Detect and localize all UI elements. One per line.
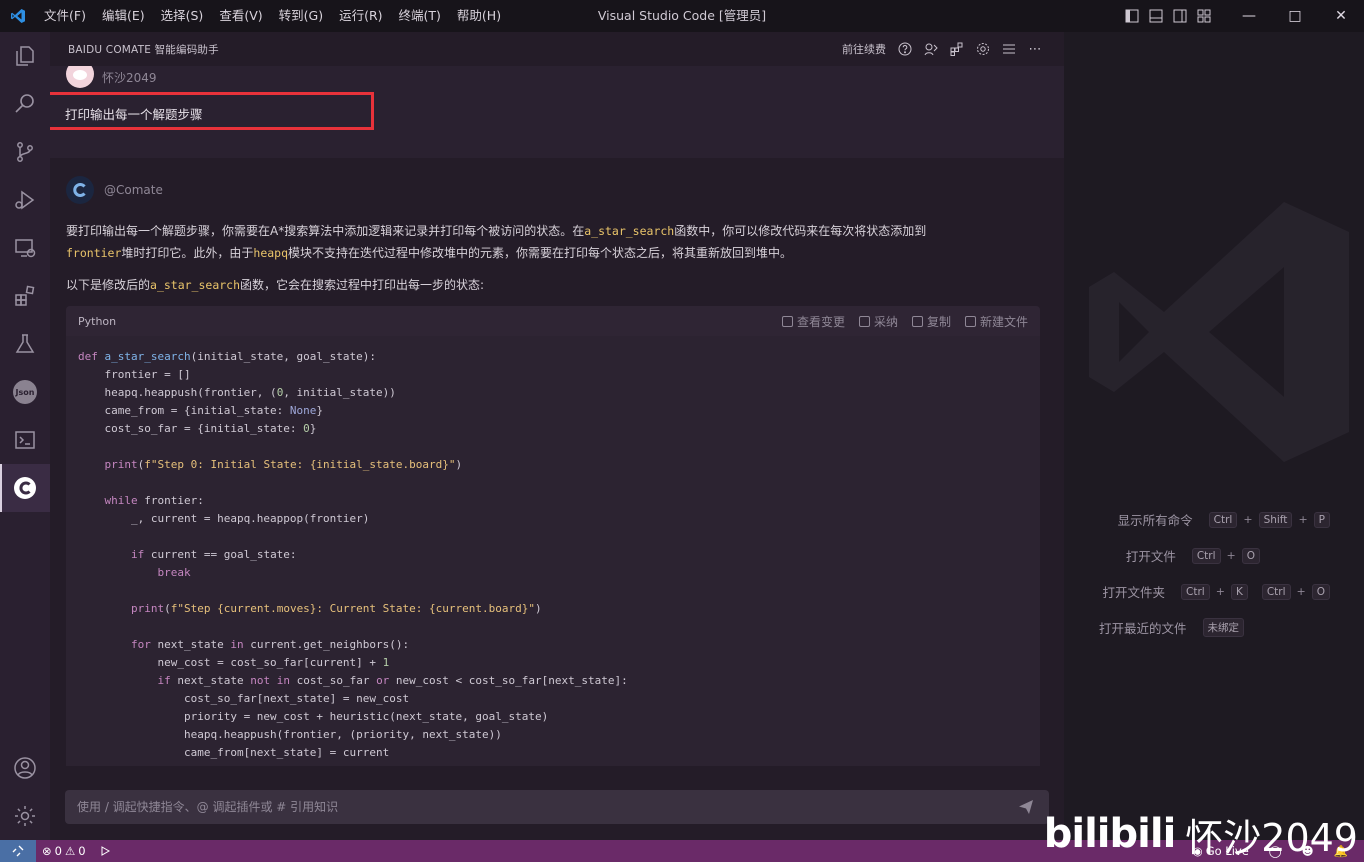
search-icon[interactable] <box>0 80 50 128</box>
vscode-logo-icon <box>0 0 36 32</box>
menu-selection[interactable]: 选择(S) <box>153 0 212 32</box>
reply-paragraph-1: 要打印输出每一个解题步骤，你需要在A*搜索算法中添加逻辑来记录并打印每个被访问的… <box>66 224 927 260</box>
menu-view[interactable]: 查看(V) <box>211 0 270 32</box>
problems-indicator[interactable]: ⊗ 0 ⚠ 0 <box>36 844 92 858</box>
chat-input[interactable] <box>77 800 1015 814</box>
new-file-icon <box>964 315 976 327</box>
copy-icon <box>911 315 923 327</box>
accounts-status-icon[interactable]: ☻ <box>1296 844 1320 858</box>
reply-paragraph-2: 以下是修改后的a_star_search函数，它会在搜索过程中打印出每一步的状态… <box>66 278 485 292</box>
help-icon[interactable] <box>894 38 916 60</box>
debug-status-icon[interactable] <box>92 845 116 857</box>
close-button[interactable]: ✕ <box>1318 0 1364 32</box>
toggle-panel-icon[interactable] <box>1144 0 1168 32</box>
menu-run[interactable]: 运行(R) <box>331 0 390 32</box>
go-live-button[interactable]: ◉ Go Live <box>1187 844 1255 858</box>
comate-avatar <box>66 176 94 204</box>
notifications-bell-icon[interactable]: 🔔 <box>1328 844 1354 858</box>
user-message-text: 打印输出每一个解题步骤 <box>65 107 203 122</box>
panel-header: BAIDU COMATE 智能编码助手 前往续费 ⋯ <box>50 32 1064 66</box>
activity-bar: Json <box>0 32 50 840</box>
maximize-button[interactable]: □ <box>1272 0 1318 32</box>
menu-file[interactable]: 文件(F) <box>36 0 94 32</box>
shortcut-open-recent: 打开最近的文件 未绑定 <box>1099 618 1244 637</box>
user-name: 怀沙2049 <box>102 70 157 85</box>
shortcut-show-all-commands: 显示所有命令 Ctrl + Shift + P <box>1118 510 1330 529</box>
json-icon[interactable]: Json <box>0 368 50 416</box>
menu-go[interactable]: 转到(G) <box>271 0 331 32</box>
remote-indicator-icon[interactable] <box>0 840 36 862</box>
explorer-icon[interactable] <box>0 32 50 80</box>
comate-reply: @Comate 要打印输出每一个解题步骤，你需要在A*搜索算法中添加逻辑来记录并… <box>50 158 1064 766</box>
broadcast-icon: ◉ <box>1192 844 1203 858</box>
status-bar: ⊗ 0 ⚠ 0 ◉ Go Live ◯ ☻ 🔔 <box>0 840 1364 862</box>
copy-button[interactable]: 复制 <box>911 313 951 330</box>
shortcut-open-file: 打开文件 Ctrl + O <box>1126 546 1260 565</box>
vscode-watermark-icon <box>1089 202 1349 462</box>
new-file-button[interactable]: 新建文件 <box>964 313 1028 330</box>
extensions-icon[interactable] <box>0 272 50 320</box>
title-bar: 文件(F) 编辑(E) 选择(S) 查看(V) 转到(G) 运行(R) 终端(T… <box>0 0 1364 32</box>
plugins-icon[interactable] <box>946 38 968 60</box>
menu-bar: 文件(F) 编辑(E) 选择(S) 查看(V) 转到(G) 运行(R) 终端(T… <box>36 0 509 32</box>
menu-help[interactable]: 帮助(H) <box>449 0 509 32</box>
shortcut-open-folder: 打开文件夹 Ctrl + K Ctrl + O <box>1103 582 1330 601</box>
goto-renew-link[interactable]: 前往续费 <box>842 41 886 57</box>
json-label: Json <box>13 380 37 404</box>
menu-terminal[interactable]: 终端(T) <box>391 0 449 32</box>
code-content[interactable]: def a_star_search(initial_state, goal_st… <box>66 336 1040 766</box>
comate-status-icon[interactable]: ◯ <box>1263 844 1288 858</box>
view-diff-button[interactable]: 查看变更 <box>781 313 845 330</box>
send-icon[interactable] <box>1015 796 1037 818</box>
chat-input-box <box>65 790 1049 824</box>
comate-name: @Comate <box>104 183 163 197</box>
panel-settings-icon[interactable] <box>972 38 994 60</box>
warning-icon: ⚠ <box>64 844 76 858</box>
chat-history[interactable]: 怀沙2049 打印输出每一个解题步骤 @Comate 要打印输出每一个解题步骤，… <box>50 66 1064 766</box>
code-language-label: Python <box>78 314 117 328</box>
view-diff-icon <box>781 315 793 327</box>
user-message: 怀沙2049 打印输出每一个解题步骤 <box>50 66 1064 158</box>
panel-title: BAIDU COMATE 智能编码助手 <box>68 43 219 56</box>
run-debug-icon[interactable] <box>0 176 50 224</box>
user-feedback-icon[interactable] <box>920 38 942 60</box>
menu-edit[interactable]: 编辑(E) <box>94 0 153 32</box>
terminal-icon[interactable] <box>0 416 50 464</box>
comate-panel: BAIDU COMATE 智能编码助手 前往续费 ⋯ 怀沙2049 打印输出每一… <box>50 32 1064 840</box>
error-icon: ⊗ <box>42 844 52 858</box>
testing-icon[interactable] <box>0 320 50 368</box>
comate-icon[interactable] <box>0 464 50 512</box>
history-list-icon[interactable] <box>998 38 1020 60</box>
toggle-primary-sidebar-icon[interactable] <box>1120 0 1144 32</box>
minimize-button[interactable]: — <box>1226 0 1272 32</box>
settings-gear-icon[interactable] <box>0 792 50 840</box>
account-icon[interactable] <box>0 744 50 792</box>
code-block: Python 查看变更 采纳 复制 新建文件 def a_star_search… <box>66 306 1040 766</box>
more-actions-icon[interactable]: ⋯ <box>1024 38 1046 60</box>
source-control-icon[interactable] <box>0 128 50 176</box>
editor-area: 显示所有命令 Ctrl + Shift + P 打开文件 Ctrl + O 打开文件夹 Ct… <box>1064 32 1364 840</box>
remote-explorer-icon[interactable] <box>0 224 50 272</box>
toggle-secondary-sidebar-icon[interactable] <box>1168 0 1192 32</box>
user-avatar <box>66 66 94 88</box>
accept-button[interactable]: 采纳 <box>858 313 898 330</box>
accept-icon <box>858 315 870 327</box>
customize-layout-icon[interactable] <box>1192 0 1216 32</box>
